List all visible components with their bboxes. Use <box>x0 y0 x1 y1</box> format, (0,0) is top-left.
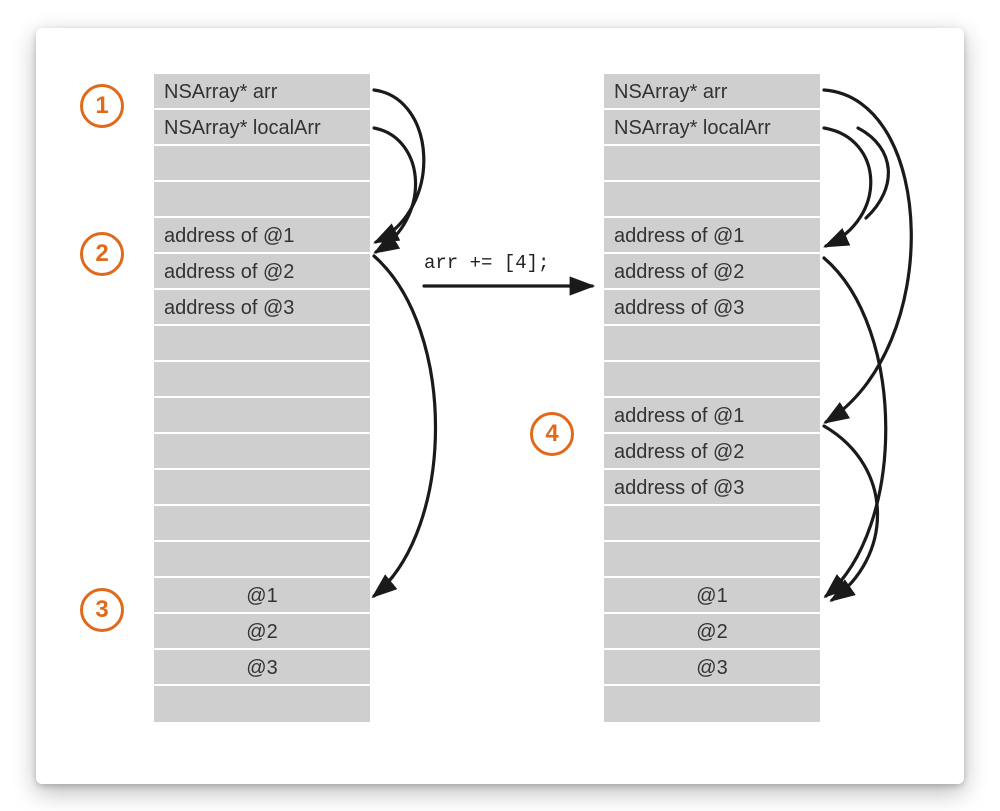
cell: NSArray* localArr <box>154 110 370 146</box>
cell <box>604 506 820 542</box>
cell: address of @3 <box>154 290 370 326</box>
cell: @1 <box>154 578 370 614</box>
memory-column-left: NSArray* arr NSArray* localArr address o… <box>152 72 372 724</box>
cell: address of @2 <box>604 434 820 470</box>
cell: address of @2 <box>154 254 370 290</box>
badge-1: 1 <box>80 84 124 128</box>
cell: @3 <box>604 650 820 686</box>
cell <box>604 542 820 578</box>
cell <box>604 686 820 722</box>
code-expression: arr += [4]; <box>424 252 549 274</box>
cell <box>154 542 370 578</box>
cell: NSArray* arr <box>604 74 820 110</box>
diagram-canvas: NSArray* arr NSArray* localArr address o… <box>36 28 964 784</box>
cell <box>604 326 820 362</box>
cell <box>154 506 370 542</box>
cell: address of @1 <box>154 218 370 254</box>
cell <box>154 686 370 722</box>
cell: @2 <box>154 614 370 650</box>
cell: NSArray* arr <box>154 74 370 110</box>
cell: @2 <box>604 614 820 650</box>
cell: @3 <box>154 650 370 686</box>
cell <box>154 326 370 362</box>
cell: address of @1 <box>604 218 820 254</box>
cell: address of @1 <box>604 398 820 434</box>
cell: NSArray* localArr <box>604 110 820 146</box>
cell: address of @2 <box>604 254 820 290</box>
cell <box>154 434 370 470</box>
badge-2: 2 <box>80 232 124 276</box>
cell <box>154 398 370 434</box>
memory-column-right: NSArray* arr NSArray* localArr address o… <box>602 72 822 724</box>
cell <box>604 182 820 218</box>
cell <box>154 362 370 398</box>
cell: @1 <box>604 578 820 614</box>
badge-3: 3 <box>80 588 124 632</box>
cell: address of @3 <box>604 470 820 506</box>
cell <box>154 470 370 506</box>
cell <box>154 182 370 218</box>
cell: address of @3 <box>604 290 820 326</box>
badge-4: 4 <box>530 412 574 456</box>
cell <box>604 362 820 398</box>
cell <box>154 146 370 182</box>
cell <box>604 146 820 182</box>
